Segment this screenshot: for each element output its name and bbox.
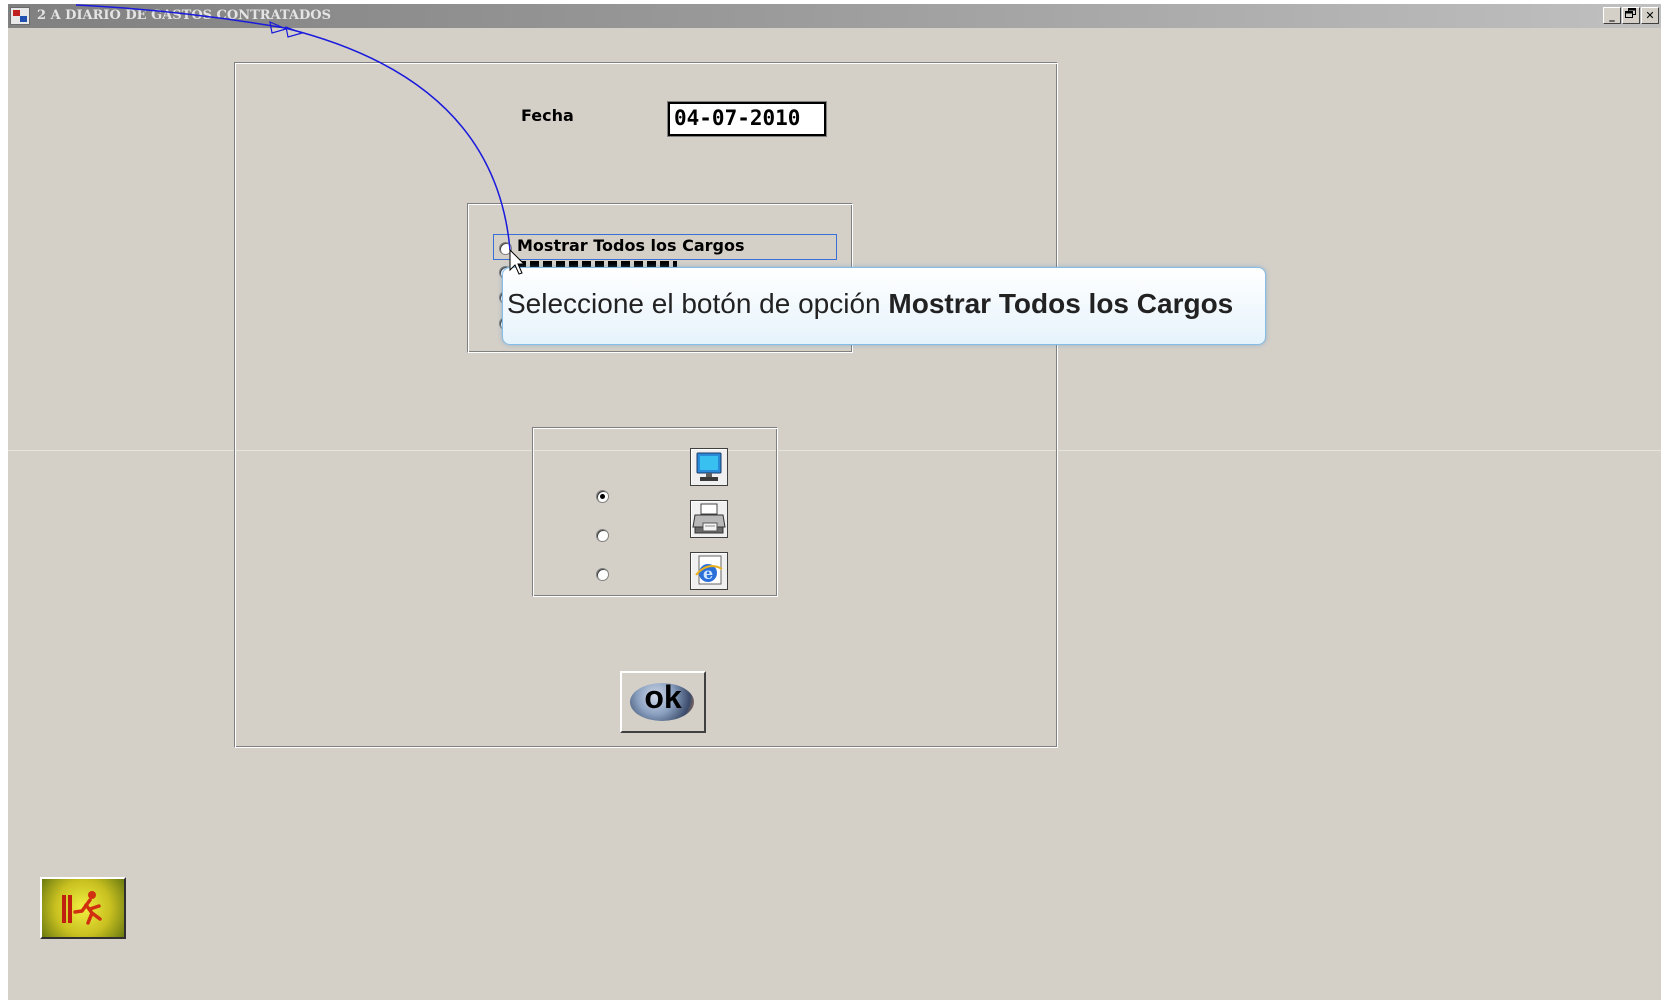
output-destination-group: [532, 427, 778, 597]
exit-door-icon: [62, 891, 102, 925]
radio-output-browser[interactable]: [596, 568, 609, 581]
main-panel: [234, 62, 1058, 748]
radio-output-printer[interactable]: [596, 529, 609, 542]
radio-mostrar-todos[interactable]: [499, 242, 512, 255]
option-mostrar-todos-label[interactable]: Mostrar Todos los Cargos: [517, 236, 745, 255]
close-button[interactable]: ✕: [1641, 7, 1659, 24]
tooltip-text: Seleccione el botón de opción: [507, 288, 889, 319]
option-2-label[interactable]: [517, 259, 677, 267]
instruction-tooltip: Seleccione el botón de opción Mostrar To…: [502, 267, 1266, 345]
window-title: 2 A DIARIO DE GASTOS CONTRATADOS: [37, 8, 331, 23]
exit-button[interactable]: [40, 877, 126, 939]
restore-icon: [1625, 8, 1636, 18]
ok-label: ok: [644, 679, 682, 715]
printer-icon[interactable]: [690, 500, 728, 538]
radio-output-screen[interactable]: [596, 490, 609, 503]
app-icon: [10, 7, 30, 25]
ok-button[interactable]: ok: [620, 671, 706, 733]
fecha-input[interactable]: 04-07-2010: [667, 101, 827, 137]
restore-button[interactable]: [1622, 7, 1640, 24]
monitor-icon[interactable]: [690, 448, 728, 486]
minimize-button[interactable]: _: [1603, 7, 1621, 24]
tooltip-highlight-text: Mostrar Todos los Cargos: [888, 288, 1234, 319]
title-bar: 2 A DIARIO DE GASTOS CONTRATADOS _ ✕: [8, 4, 1661, 28]
internet-explorer-icon[interactable]: e: [690, 552, 728, 590]
fecha-label: Fecha: [521, 106, 574, 125]
